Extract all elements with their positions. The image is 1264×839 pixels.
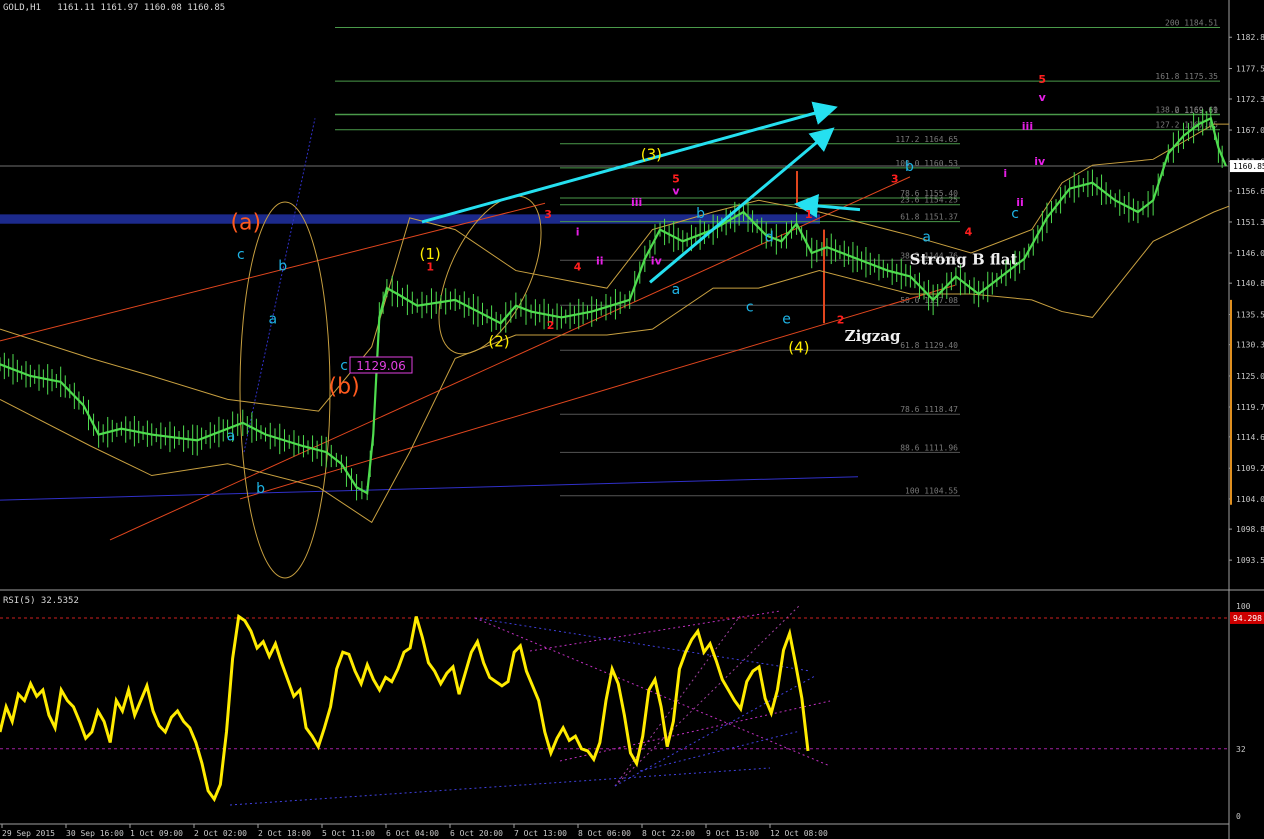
x-tick-label: 2 Oct 02:00 bbox=[194, 829, 247, 838]
wave-label: b bbox=[278, 259, 287, 275]
fib-label: 50.0 1137.08 bbox=[900, 296, 958, 305]
wave-label: iv bbox=[651, 255, 663, 268]
y-tick-label: 1140.85 bbox=[1236, 279, 1264, 288]
wave-label: ii bbox=[1016, 196, 1024, 209]
y-tick-label: 1114.60 bbox=[1236, 433, 1264, 442]
symbol-name: GOLD,H1 bbox=[3, 3, 41, 13]
wave-label: Strong B flat bbox=[910, 251, 1018, 269]
wave-label: v bbox=[672, 184, 680, 197]
wave-label: (3) bbox=[641, 145, 662, 163]
wave-label: a bbox=[269, 311, 278, 327]
x-tick-label: 30 Sep 16:00 bbox=[66, 829, 124, 838]
y-tick-label: 1098.85 bbox=[1236, 525, 1264, 534]
wave-label: a bbox=[227, 428, 236, 444]
rsi-tick-label: 32 bbox=[1236, 745, 1246, 754]
fib-label: 200 1184.51 bbox=[1165, 19, 1218, 28]
wave-label: 4 bbox=[574, 261, 582, 274]
y-tick-label: 1156.60 bbox=[1236, 187, 1264, 196]
rsi-chart[interactable]: 94.298 100 32 0 29 Sep 2015 30 Sep 16:00 1 Oct… bbox=[0, 591, 1264, 839]
fib-label: 61.8 1129.40 bbox=[900, 341, 958, 350]
y-tick-label: 1182.85 bbox=[1236, 33, 1264, 42]
x-tick-label: 6 Oct 04:00 bbox=[386, 829, 439, 838]
x-tick-label: 8 Oct 06:00 bbox=[578, 829, 631, 838]
wave-label: 1 bbox=[426, 261, 434, 274]
wave-label: 5 bbox=[1038, 73, 1046, 86]
wave-label: iii bbox=[631, 196, 642, 209]
wave-label: 3 bbox=[544, 208, 552, 221]
y-tick-label: 1135.50 bbox=[1236, 310, 1264, 319]
fib-label: 161.8 1175.35 bbox=[1155, 72, 1218, 81]
symbol-header: GOLD,H1 1161.11 1161.97 1160.08 1160.85 bbox=[3, 3, 225, 13]
fib-label: 138.2 1169.69 bbox=[1155, 105, 1218, 114]
rsi-tick-label: 0 bbox=[1236, 812, 1241, 821]
wave-label: 1 bbox=[805, 208, 813, 221]
fib-label: 61.8 1151.37 bbox=[900, 213, 958, 222]
fib-label: 88.6 1111.96 bbox=[900, 443, 958, 452]
wave-label: b bbox=[256, 481, 265, 497]
y-tick-label: 1151.30 bbox=[1236, 218, 1264, 227]
x-tick-label: 6 Oct 20:00 bbox=[450, 829, 503, 838]
y-tick-label: 1119.70 bbox=[1236, 403, 1264, 412]
wave-label: e bbox=[782, 311, 791, 327]
x-tick-label: 29 Sep 2015 bbox=[2, 829, 55, 838]
rsi-header: RSI(5) 32.5352 bbox=[3, 596, 79, 606]
y-tick-label: 1104.00 bbox=[1236, 495, 1264, 504]
wave-label: 2 bbox=[837, 313, 845, 326]
wave-label: c bbox=[237, 247, 245, 263]
wave-label: iv bbox=[1034, 155, 1046, 168]
y-tick-label: 1167.00 bbox=[1236, 126, 1264, 135]
y-tick-label: 1172.30 bbox=[1236, 95, 1264, 104]
y-tick-label: 1146.00 bbox=[1236, 249, 1264, 258]
fib-label: 127.2 1167.05 bbox=[1155, 121, 1218, 130]
fib-label: 117.2 1164.65 bbox=[895, 135, 958, 144]
wave-label: (2) bbox=[488, 333, 509, 351]
x-tick-label: 2 Oct 18:00 bbox=[258, 829, 311, 838]
wave-label: (b) bbox=[329, 375, 360, 400]
x-tick-label: 8 Oct 22:00 bbox=[642, 829, 695, 838]
wave-label: b bbox=[696, 206, 705, 222]
fib-label: 100 1104.55 bbox=[905, 487, 958, 496]
wave-label: iii bbox=[1022, 120, 1033, 133]
wave-label: ii bbox=[596, 255, 604, 268]
wave-label: b bbox=[905, 159, 914, 175]
wave-label: 3 bbox=[891, 173, 899, 186]
fib-label: 23.6 1154.25 bbox=[900, 196, 958, 205]
wave-label: i bbox=[1003, 167, 1007, 180]
wave-label: (a) bbox=[230, 211, 261, 236]
wave-label: i bbox=[576, 225, 580, 238]
y-tick-label: 1130.35 bbox=[1236, 341, 1264, 350]
x-tick-label: 7 Oct 13:00 bbox=[514, 829, 567, 838]
rsi-level-tag-text: 94.298 bbox=[1233, 614, 1262, 623]
wave-label: (4) bbox=[788, 339, 809, 357]
rsi-background bbox=[0, 591, 1264, 839]
wave-label: c bbox=[746, 300, 754, 316]
price-chart[interactable]: 200 1184.51161.8 1175.350 1169.61138.2 1… bbox=[0, 0, 1264, 591]
y-tick-label: 1177.50 bbox=[1236, 65, 1264, 74]
x-tick-label: 5 Oct 11:00 bbox=[322, 829, 375, 838]
wave-label: 2 bbox=[547, 319, 555, 332]
wave-label: a bbox=[922, 229, 931, 245]
wave-label: c bbox=[340, 358, 348, 374]
x-tick-label: 12 Oct 08:00 bbox=[770, 829, 828, 838]
wave-label: 4 bbox=[965, 225, 973, 238]
current-price-label: 1160.85 bbox=[1233, 162, 1264, 171]
fib-label: 78.6 1118.47 bbox=[900, 405, 958, 414]
price-tag-value: 1129.06 bbox=[356, 359, 406, 373]
wave-label: a bbox=[672, 282, 681, 298]
y-tick-label: 1109.25 bbox=[1236, 464, 1264, 473]
wave-label: d bbox=[765, 229, 774, 245]
y-tick-label: 1125.00 bbox=[1236, 372, 1264, 381]
x-tick-label: 1 Oct 09:00 bbox=[130, 829, 183, 838]
x-tick-label: 9 Oct 15:00 bbox=[706, 829, 759, 838]
rsi-tick-label: 100 bbox=[1236, 602, 1251, 611]
y-tick-label: 1093.55 bbox=[1236, 556, 1264, 565]
ohlc-values: 1161.11 1161.97 1160.08 1160.85 bbox=[57, 3, 226, 13]
wave-label: v bbox=[1039, 91, 1047, 104]
chart-stage: 200 1184.51 161.8 1175.35 0 1169.61 138.2 1… bbox=[0, 0, 1264, 839]
wave-label: Zigzag bbox=[845, 327, 901, 345]
